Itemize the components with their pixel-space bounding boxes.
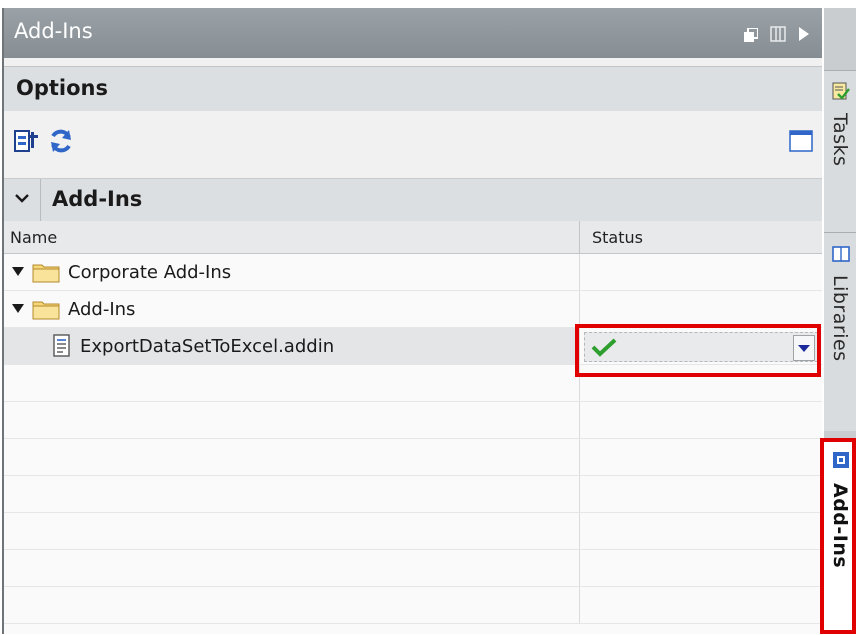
table-row-selected[interactable]: ExportDataSetToExcel.addin (4, 328, 822, 365)
row-label: ExportDataSetToExcel.addin (80, 336, 335, 357)
main-area: Add-Ins Options Add-Ins Name Status Corp… (4, 8, 822, 634)
expand-triangle-icon[interactable] (12, 267, 24, 276)
table-row (4, 402, 822, 439)
float-window-icon[interactable] (744, 23, 759, 47)
refresh-icon[interactable] (48, 128, 74, 154)
chevron-down-icon[interactable] (14, 190, 30, 210)
name-cell (4, 587, 580, 623)
collapse-arrow-icon[interactable] (798, 23, 810, 47)
panel-title: Add-Ins (14, 19, 93, 43)
status-cell (580, 254, 822, 290)
name-cell (4, 402, 580, 438)
addins-table: Name Status Corporate Add-Ins Add-Ins Ex… (4, 221, 822, 634)
table-row (4, 550, 822, 587)
tab-add-ins[interactable]: Add-Ins (824, 440, 856, 635)
side-tab-bar: Tasks Libraries Add-Ins (824, 8, 856, 635)
split-view-icon[interactable] (770, 23, 786, 47)
tab-label: Libraries (829, 275, 851, 362)
name-cell: Corporate Add-Ins (4, 254, 580, 290)
status-cell (580, 291, 822, 327)
library-book-icon (832, 245, 850, 267)
table-row[interactable]: Add-Ins (4, 291, 822, 328)
section-divider (40, 179, 41, 221)
name-cell (4, 550, 580, 586)
name-cell: Add-Ins (4, 291, 580, 327)
column-header-name[interactable]: Name (4, 221, 580, 253)
tab-tasks[interactable]: Tasks (824, 70, 856, 233)
table-row (4, 513, 822, 550)
folder-icon (32, 298, 60, 324)
panel-titlebar: Add-Ins (4, 8, 822, 58)
tab-label: Add-Ins (829, 483, 851, 569)
expand-triangle-icon[interactable] (12, 304, 24, 313)
name-cell (4, 513, 580, 549)
row-label: Corporate Add-Ins (68, 262, 232, 283)
options-label: Options (16, 76, 108, 100)
table-row (4, 476, 822, 513)
name-cell (4, 365, 580, 401)
addin-properties-icon[interactable] (14, 128, 40, 154)
table-row[interactable]: Corporate Add-Ins (4, 254, 822, 291)
column-header-status[interactable]: Status (580, 221, 822, 253)
add-ins-panel: Add-Ins Options Add-Ins Name Status Corp… (2, 0, 856, 635)
toolbar (4, 111, 822, 175)
tab-label: Tasks (829, 113, 851, 167)
options-header: Options (4, 66, 822, 112)
row-label: Add-Ins (68, 299, 136, 320)
add-ins-icon (832, 451, 850, 473)
status-dropdown[interactable] (584, 332, 818, 362)
check-icon (591, 337, 617, 361)
section-label: Add-Ins (52, 187, 143, 211)
name-cell: ExportDataSetToExcel.addin (4, 328, 580, 364)
table-row (4, 587, 822, 624)
panel-view-icon[interactable] (788, 128, 814, 154)
table-row (4, 365, 822, 402)
name-cell (4, 439, 580, 475)
document-icon (52, 334, 72, 362)
chevron-down-icon (798, 345, 810, 352)
tasks-icon (832, 81, 850, 105)
dropdown-button[interactable] (793, 335, 815, 361)
name-cell (4, 476, 580, 512)
titlebar-controls (744, 23, 810, 47)
table-header: Name Status (4, 221, 822, 254)
table-row (4, 439, 822, 476)
addins-section-header[interactable]: Add-Ins (4, 178, 822, 222)
tab-libraries[interactable]: Libraries (824, 232, 856, 431)
status-cell (580, 328, 822, 364)
folder-icon (32, 261, 60, 287)
